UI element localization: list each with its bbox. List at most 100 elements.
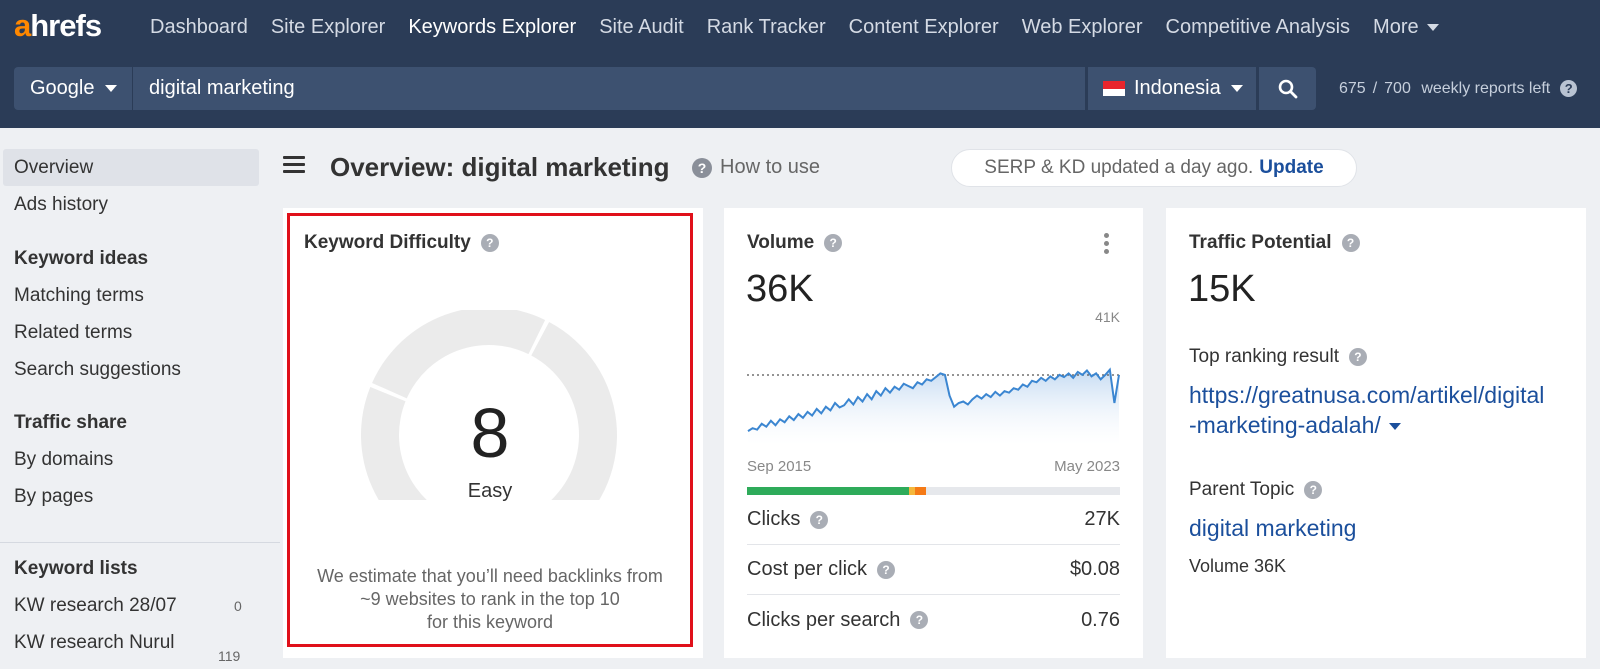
clicks-label: Clicks bbox=[747, 508, 801, 530]
reports-label: weekly reports left bbox=[1421, 80, 1551, 97]
country-label: Indonesia bbox=[1134, 77, 1221, 99]
volume-title: Volume? bbox=[747, 232, 843, 254]
indonesia-flag-icon bbox=[1103, 81, 1125, 96]
page-title: Overview: digital marketing bbox=[330, 152, 670, 182]
sidebar-heading-keyword-ideas: Keyword ideas bbox=[14, 248, 149, 269]
parent-topic-label: Parent Topic? bbox=[1189, 479, 1323, 501]
parent-topic-link[interactable]: digital marketing bbox=[1189, 515, 1356, 542]
url-line-1: https://greatnusa.com/artikel/digital bbox=[1189, 382, 1545, 408]
traffic-title: Traffic Potential? bbox=[1189, 232, 1360, 254]
search-icon bbox=[1278, 79, 1297, 98]
help-icon[interactable]: ? bbox=[824, 234, 843, 252]
traffic-title-label: Traffic Potential bbox=[1189, 232, 1332, 253]
metric-row-clicks: Clicks? 27K bbox=[747, 495, 1120, 545]
cps-value: 0.76 bbox=[1081, 608, 1120, 631]
parent-topic-label-text: Parent Topic bbox=[1189, 479, 1295, 500]
search-button[interactable] bbox=[1259, 67, 1316, 110]
help-icon[interactable]: ? bbox=[480, 234, 499, 252]
kd-desc-line: for this keyword bbox=[426, 612, 554, 632]
how-to-use-link[interactable]: ? How to use bbox=[692, 156, 820, 179]
kd-gauge-band bbox=[372, 310, 546, 399]
keyword-input[interactable] bbox=[133, 67, 1085, 110]
kd-gauge-band bbox=[531, 321, 617, 500]
chevron-down-icon bbox=[1230, 85, 1243, 92]
help-icon[interactable]: ? bbox=[1341, 234, 1360, 252]
help-icon[interactable]: ? bbox=[1560, 80, 1578, 97]
top-ranking-label-text: Top ranking result bbox=[1189, 346, 1339, 367]
help-icon[interactable]: ? bbox=[877, 560, 896, 579]
top-ranking-label: Top ranking result? bbox=[1189, 346, 1367, 368]
caret-down-icon[interactable] bbox=[1388, 423, 1401, 431]
kd-desc-line: ~9 websites to rank in the top 10 bbox=[360, 589, 620, 609]
serp-update-text: SERP & KD updated a day ago. bbox=[984, 157, 1254, 178]
sidebar-item-ads-history[interactable]: Ads history bbox=[14, 194, 108, 216]
sidebar-item-list-kw-research-nurul[interactable]: KW research Nurul bbox=[14, 632, 175, 654]
chart-x-end: May 2023 bbox=[1054, 458, 1120, 475]
url-line-2: -marketing-adalah/ bbox=[1189, 410, 1569, 440]
how-to-use-label: How to use bbox=[720, 156, 821, 178]
help-icon[interactable]: ? bbox=[1304, 481, 1323, 499]
sidebar-item-related-terms[interactable]: Related terms bbox=[14, 322, 132, 344]
volume-trend-chart bbox=[747, 367, 1120, 445]
nav-rank-tracker[interactable]: Rank Tracker bbox=[707, 16, 826, 39]
traffic-value: 15K bbox=[1188, 268, 1256, 310]
chart-max-label: 41K bbox=[1095, 309, 1120, 325]
nav-more-menu[interactable]: More bbox=[1373, 16, 1439, 39]
search-engine-label: Google bbox=[30, 77, 95, 99]
sidebar-heading-traffic-share: Traffic share bbox=[14, 412, 127, 433]
kd-description: We estimate that you’ll need backlinks f… bbox=[297, 565, 683, 634]
update-button[interactable]: Update bbox=[1259, 157, 1323, 179]
sidebar-item-matching-terms[interactable]: Matching terms bbox=[14, 285, 144, 307]
clicks-value: 27K bbox=[1084, 508, 1120, 530]
clicks-organic-segment bbox=[747, 487, 910, 495]
chart-x-start: Sep 2015 bbox=[747, 458, 812, 475]
ahrefs-logo[interactable]: a hrefs bbox=[14, 8, 102, 44]
sidebar-item-by-pages[interactable]: By pages bbox=[14, 486, 93, 508]
list-count: 0 bbox=[234, 598, 242, 614]
metric-row-cps: Clicks per search? 0.76 bbox=[747, 595, 1120, 645]
parent-topic-volume: Volume 36K bbox=[1189, 556, 1287, 576]
reports-used: 675 bbox=[1339, 80, 1366, 97]
sidebar-item-search-suggestions[interactable]: Search suggestions bbox=[14, 359, 181, 381]
clicks-other-segment bbox=[914, 487, 927, 495]
reports-total: 700 bbox=[1384, 80, 1411, 97]
kd-desc-line: We estimate that you’ll need backlinks f… bbox=[317, 566, 663, 586]
clicks-distribution-bar bbox=[747, 487, 1120, 495]
sidebar-item-list-kw-research-2807[interactable]: KW research 28/07 bbox=[14, 595, 177, 617]
chevron-down-icon bbox=[104, 85, 117, 92]
help-icon[interactable]: ? bbox=[810, 510, 829, 529]
help-icon: ? bbox=[692, 157, 712, 178]
help-icon[interactable]: ? bbox=[910, 611, 929, 629]
search-bar: Google Indonesia 675 / 700 weekly reports … bbox=[0, 54, 1600, 128]
sidebar-heading-keyword-lists: Keyword lists bbox=[14, 558, 138, 579]
nav-site-audit[interactable]: Site Audit bbox=[599, 16, 684, 39]
more-options-icon[interactable] bbox=[1104, 233, 1110, 255]
nav-dashboard[interactable]: Dashboard bbox=[150, 16, 248, 39]
help-icon[interactable]: ? bbox=[1348, 348, 1367, 366]
nav-keywords-explorer[interactable]: Keywords Explorer bbox=[408, 16, 576, 39]
sidebar-divider bbox=[0, 542, 280, 543]
kd-title: Keyword Difficulty? bbox=[304, 232, 499, 254]
nav-content-explorer[interactable]: Content Explorer bbox=[849, 16, 999, 39]
serp-update-notice: SERP & KD updated a day ago. Update bbox=[951, 149, 1357, 187]
nav-site-explorer[interactable]: Site Explorer bbox=[271, 16, 386, 39]
nav-web-explorer[interactable]: Web Explorer bbox=[1022, 16, 1143, 39]
kd-title-label: Keyword Difficulty bbox=[304, 232, 471, 253]
url-line-2-text: -marketing-adalah/ bbox=[1189, 412, 1381, 438]
kd-value: 8 bbox=[470, 394, 510, 472]
search-engine-select[interactable]: Google bbox=[14, 67, 132, 110]
menu-toggle-icon[interactable] bbox=[283, 156, 305, 174]
nav-more-label: More bbox=[1373, 15, 1419, 38]
volume-title-label: Volume bbox=[747, 232, 815, 253]
sidebar-item-overview[interactable]: Overview bbox=[14, 157, 93, 179]
nav-competitive-analysis[interactable]: Competitive Analysis bbox=[1166, 16, 1351, 39]
top-ranking-url-link[interactable]: https://greatnusa.com/artikel/digital -m… bbox=[1189, 380, 1569, 440]
volume-trend-area bbox=[748, 369, 1119, 445]
metric-row-cpc: Cost per click? $0.08 bbox=[747, 545, 1120, 595]
cpc-label: Cost per click bbox=[747, 558, 868, 580]
sidebar: Overview Ads history Keyword ideas Match… bbox=[0, 128, 280, 669]
kd-label: Easy bbox=[467, 480, 513, 502]
reports-separator: / bbox=[1372, 80, 1378, 97]
sidebar-item-by-domains[interactable]: By domains bbox=[14, 449, 113, 471]
country-select[interactable]: Indonesia bbox=[1088, 67, 1256, 110]
